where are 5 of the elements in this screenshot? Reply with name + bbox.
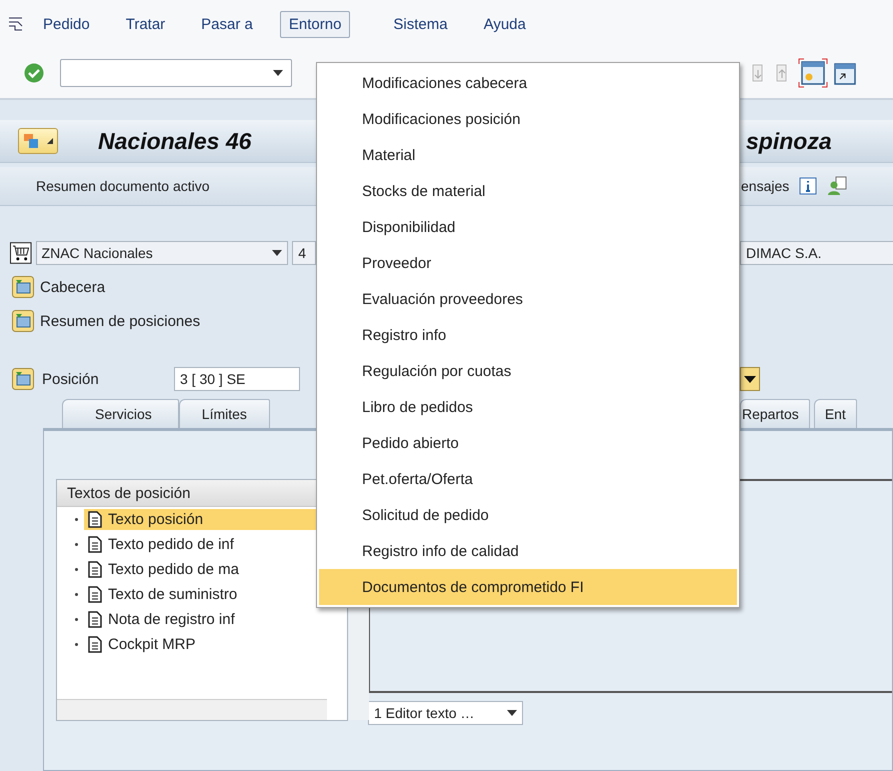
- window-title: Nacionales 46: [98, 128, 252, 154]
- window-title: spinoza: [746, 128, 832, 154]
- section-label: Resumen de posiciones: [40, 312, 200, 330]
- item-label: Posición: [42, 370, 100, 388]
- section-label: Cabecera: [40, 278, 106, 296]
